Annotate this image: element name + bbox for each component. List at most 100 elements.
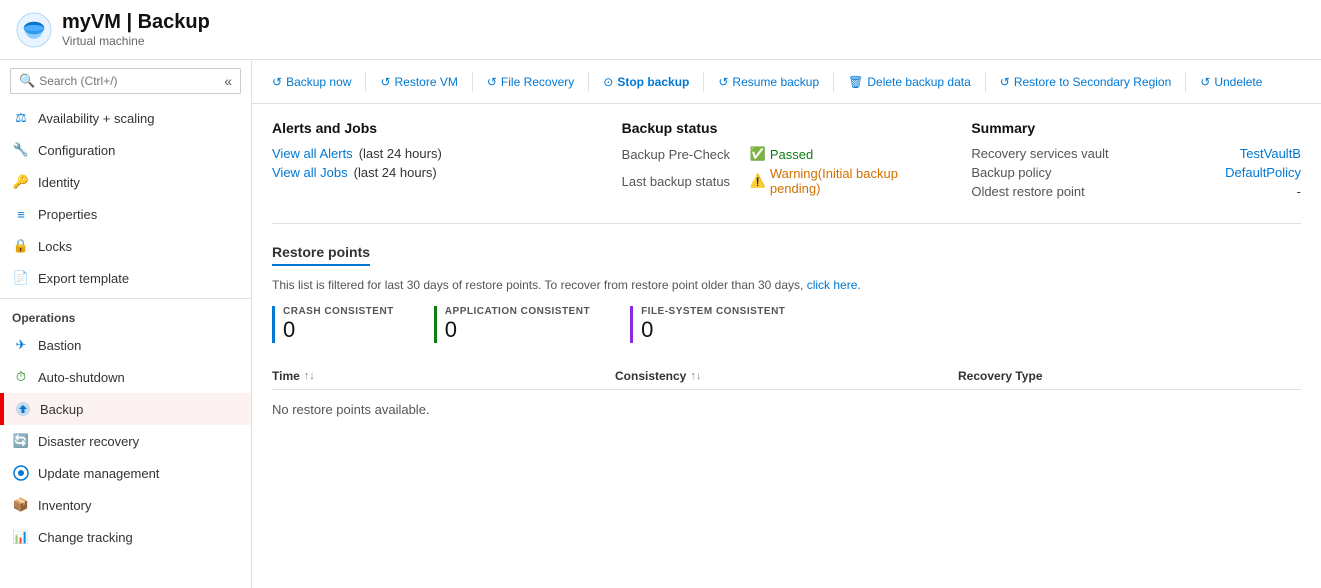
file-recovery-icon: ↺ [487,75,497,89]
pre-check-row: Backup Pre-Check ✅ Passed [622,146,952,162]
sidebar-item-label: Availability + scaling [38,111,154,126]
sidebar-item-change-tracking[interactable]: 📊 Change tracking [0,521,251,553]
undelete-icon: ↺ [1200,75,1210,89]
sidebar-item-bastion[interactable]: ✈ Bastion [0,329,251,361]
view-alerts-row: View all Alerts (last 24 hours) [272,146,602,161]
page-content: Alerts and Jobs View all Alerts (last 24… [252,104,1321,588]
sidebar-item-availability-scaling[interactable]: ⚖ Availability + scaling [0,102,251,134]
sidebar-item-label: Export template [38,271,129,286]
crash-value: 0 [283,317,394,343]
restore-secondary-button[interactable]: ↺ Restore to Secondary Region [992,71,1180,93]
sidebar-item-label: Bastion [38,338,81,353]
sidebar-item-label: Identity [38,175,80,190]
active-border-indicator [2,393,4,425]
fs-label: FILE-SYSTEM CONSISTENT [641,306,785,317]
vault-value[interactable]: TestVaultB [1240,146,1301,161]
sidebar-item-label: Configuration [38,143,115,158]
view-jobs-link[interactable]: View all Jobs [272,165,348,180]
sidebar-divider [0,298,251,299]
backup-status-section: Backup status Backup Pre-Check ✅ Passed … [622,120,952,203]
disaster-recovery-icon: 🔄 [12,432,30,450]
alerts-jobs-title: Alerts and Jobs [272,120,602,136]
search-box[interactable]: 🔍 « [10,68,241,94]
alerts-jobs-section: Alerts and Jobs View all Alerts (last 24… [272,120,602,203]
sidebar-item-inventory[interactable]: 📦 Inventory [0,489,251,521]
sidebar-item-label: Backup [40,402,83,417]
sidebar-item-label: Locks [38,239,72,254]
backup-now-button[interactable]: ↺ Backup now [264,71,359,93]
sidebar-item-export-template[interactable]: 📄 Export template [0,262,251,294]
delete-backup-button[interactable]: 🗑 Delete backup data [840,71,979,93]
restore-note-link[interactable]: click here. [807,278,861,292]
search-icon: 🔍 [19,73,35,89]
page-subtitle: Virtual machine [62,34,210,48]
backup-status-title: Backup status [622,120,952,136]
th-time[interactable]: Time ↑↓ [272,369,615,383]
sidebar-item-properties[interactable]: ≡ Properties [0,198,251,230]
sidebar-item-update-management[interactable]: Update management [0,457,251,489]
sidebar-item-configuration[interactable]: 🔧 Configuration [0,134,251,166]
toolbar-separator-2 [472,72,473,92]
toolbar-separator-1 [365,72,366,92]
info-grid: Alerts and Jobs View all Alerts (last 24… [272,120,1301,224]
view-alerts-suffix: (last 24 hours) [359,146,442,161]
toolbar-separator-6 [985,72,986,92]
last-backup-label: Last backup status [622,174,742,189]
restore-vm-icon: ↺ [380,75,390,89]
view-jobs-suffix: (last 24 hours) [354,165,437,180]
pre-check-value: Passed [770,147,813,162]
th-recovery-type[interactable]: Recovery Type [958,369,1301,383]
stop-backup-button[interactable]: ⊙ Stop backup [595,71,697,93]
oldest-value: - [1297,184,1301,199]
th-time-label: Time [272,369,300,383]
oldest-row: Oldest restore point - [971,184,1301,199]
toolbar-separator-7 [1185,72,1186,92]
backup-now-label: Backup now [286,75,351,89]
vm-backup-icon [16,12,52,48]
policy-label: Backup policy [971,165,1051,180]
last-backup-status: ⚠️ Warning(Initial backup pending) [750,166,952,196]
collapse-button[interactable]: « [224,73,232,89]
policy-value[interactable]: DefaultPolicy [1225,165,1301,180]
backup-now-icon: ↺ [272,75,282,89]
vault-row: Recovery services vault TestVaultB [971,146,1301,161]
export-template-icon: 📄 [12,269,30,287]
inventory-icon: 📦 [12,496,30,514]
resume-backup-button[interactable]: ↺ Resume backup [710,71,827,93]
fs-value: 0 [641,317,785,343]
auto-shutdown-icon: ⏱ [12,368,30,386]
toolbar-separator-3 [588,72,589,92]
file-recovery-button[interactable]: ↺ File Recovery [479,71,582,93]
toolbar-separator-4 [703,72,704,92]
sidebar-item-auto-shutdown[interactable]: ⏱ Auto-shutdown [0,361,251,393]
restore-secondary-icon: ↺ [1000,75,1010,89]
summary-section: Summary Recovery services vault TestVaul… [971,120,1301,203]
availability-scaling-icon: ⚖ [12,109,30,127]
resume-backup-icon: ↺ [718,75,728,89]
delete-backup-label: Delete backup data [867,75,970,89]
toolbar-separator-5 [833,72,834,92]
oldest-label: Oldest restore point [971,184,1084,199]
bastion-icon: ✈ [12,336,30,354]
fs-counter: FILE-SYSTEM CONSISTENT 0 [630,306,785,343]
restore-points-section: Restore points This list is filtered for… [272,244,1301,429]
policy-row: Backup policy DefaultPolicy [971,165,1301,180]
warning-icon: ⚠️ [750,173,766,189]
file-recovery-label: File Recovery [501,75,574,89]
sidebar-item-disaster-recovery[interactable]: 🔄 Disaster recovery [0,425,251,457]
counters: CRASH CONSISTENT 0 APPLICATION CONSISTEN… [272,306,1301,343]
change-tracking-icon: 📊 [12,528,30,546]
sidebar-item-locks[interactable]: 🔒 Locks [0,230,251,262]
view-alerts-link[interactable]: View all Alerts [272,146,353,161]
th-consistency[interactable]: Consistency ↑↓ [615,369,958,383]
last-backup-row: Last backup status ⚠️ Warning(Initial ba… [622,166,952,196]
sidebar-item-identity[interactable]: 🔑 Identity [0,166,251,198]
sidebar-item-label: Update management [38,466,159,481]
search-input[interactable] [39,74,224,88]
undelete-button[interactable]: ↺ Undelete [1192,71,1270,93]
page-header: myVM | Backup Virtual machine [0,0,1321,60]
sidebar-item-backup[interactable]: Backup [0,393,251,425]
restore-vm-button[interactable]: ↺ Restore VM [372,71,465,93]
stop-backup-label: Stop backup [617,75,689,89]
undelete-label: Undelete [1214,75,1262,89]
